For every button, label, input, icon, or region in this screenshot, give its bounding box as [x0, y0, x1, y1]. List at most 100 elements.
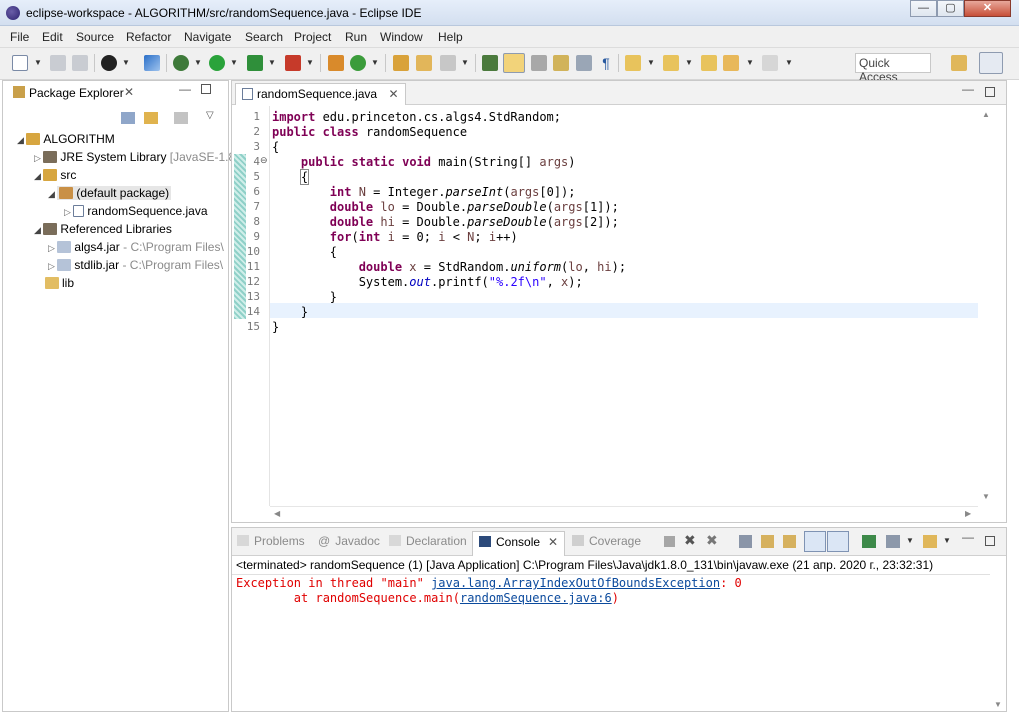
tree-item-stdlib[interactable]: ▷ stdlib.jar - C:\Program Files\	[48, 256, 223, 274]
tab-problems[interactable]: Problems	[237, 534, 305, 548]
menu-navigate[interactable]: Navigate	[184, 30, 231, 44]
minimize-console-icon[interactable]: —	[962, 530, 974, 544]
open-type-icon[interactable]	[393, 55, 409, 71]
close-console-tab-icon[interactable]: ✕	[548, 535, 558, 549]
skip-breakpoints-icon[interactable]	[144, 55, 160, 71]
pin-console-icon[interactable]	[862, 535, 876, 548]
terminate-icon[interactable]	[664, 536, 675, 547]
run-dropdown-icon[interactable]: ▼	[230, 58, 238, 67]
profile-dropdown-icon[interactable]: ▼	[122, 58, 130, 67]
tab-random-sequence[interactable]: randomSequence.java ✕	[235, 83, 406, 105]
forward-dropdown-icon[interactable]: ▼	[785, 58, 793, 67]
source-location-link[interactable]: randomSequence.java:6	[460, 591, 612, 605]
close-button[interactable]: ✕	[964, 0, 1011, 17]
show-whitespace-icon[interactable]	[576, 55, 592, 71]
debug-icon[interactable]	[173, 55, 189, 71]
tree-item-jre[interactable]: ▷ JRE System Library [JavaSE-1.8]	[34, 148, 239, 166]
expanded-arrow-icon[interactable]: ◢	[34, 171, 43, 181]
forward-icon[interactable]	[762, 55, 778, 71]
menu-source[interactable]: Source	[76, 30, 114, 44]
debug-dropdown-icon[interactable]: ▼	[194, 58, 202, 67]
menu-run[interactable]: Run	[345, 30, 367, 44]
coverage-dropdown-icon[interactable]: ▼	[268, 58, 276, 67]
scroll-lock-icon[interactable]	[761, 535, 774, 548]
last-edit-location-icon[interactable]	[701, 55, 717, 71]
scroll-right-icon[interactable]: ▶	[965, 509, 971, 518]
minimize-editor-icon[interactable]: —	[962, 82, 974, 96]
back-dropdown-icon[interactable]: ▼	[746, 58, 754, 67]
close-view-icon[interactable]: ✕	[124, 85, 134, 99]
tree-item-src[interactable]: ◢ src	[34, 166, 76, 184]
minimize-view-icon[interactable]: —	[179, 82, 191, 96]
console-scroll-down-icon[interactable]: ▼	[994, 700, 1002, 709]
new-class-icon[interactable]	[350, 55, 366, 71]
tree-item-default-package[interactable]: ◢ (default package)	[48, 184, 172, 202]
collapsed-arrow-icon[interactable]: ▷	[48, 243, 57, 253]
block-selection-icon[interactable]	[531, 55, 547, 71]
previous-annotation-icon[interactable]	[663, 55, 679, 71]
tree-item-random-sequence[interactable]: ▷ randomSequence.java	[64, 202, 208, 220]
expanded-arrow-icon[interactable]: ◢	[17, 135, 26, 145]
menu-edit[interactable]: Edit	[42, 30, 63, 44]
exception-class-link[interactable]: java.lang.ArrayIndexOutOfBoundsException	[431, 576, 720, 590]
expanded-arrow-icon[interactable]: ◢	[48, 189, 57, 199]
open-perspective-icon[interactable]	[951, 55, 967, 71]
maximize-editor-icon[interactable]	[985, 87, 995, 97]
tab-console[interactable]: Console ✕	[472, 531, 566, 556]
show-stderr-icon[interactable]	[827, 531, 849, 552]
toggle-breadcrumb-icon[interactable]	[482, 55, 498, 71]
pilcrow-icon[interactable]: ¶	[598, 55, 614, 71]
filters-icon[interactable]	[174, 112, 188, 124]
clear-console-icon[interactable]	[739, 535, 752, 548]
open-console-dropdown-icon[interactable]: ▼	[943, 536, 951, 545]
save-icon[interactable]	[50, 55, 66, 71]
tab-declaration[interactable]: Declaration	[389, 534, 467, 548]
console-vertical-scrollbar[interactable]: ▼	[990, 558, 1006, 710]
tree-item-referenced-libraries[interactable]: ◢ Referenced Libraries	[34, 220, 172, 238]
link-with-editor-icon[interactable]	[144, 112, 158, 124]
java-perspective-icon[interactable]	[979, 52, 1003, 74]
tab-javadoc[interactable]: @ Javadoc	[318, 534, 380, 548]
scroll-left-icon[interactable]: ◀	[274, 509, 280, 518]
new-dropdown-icon[interactable]: ▼	[34, 58, 42, 67]
mark-occurrences-icon[interactable]	[503, 53, 525, 73]
new-icon[interactable]	[12, 55, 28, 71]
display-console-dropdown-icon[interactable]: ▼	[906, 536, 914, 545]
open-console-icon[interactable]	[923, 535, 937, 548]
maximize-button[interactable]: ▢	[937, 0, 964, 17]
editor-vertical-scrollbar[interactable]: ▲ ▼	[978, 106, 995, 506]
collapsed-arrow-icon[interactable]: ▷	[64, 207, 73, 217]
next-annotation-icon[interactable]	[625, 55, 641, 71]
editor-horizontal-scrollbar[interactable]: ◀ ▶	[270, 506, 978, 522]
show-stdout-icon[interactable]	[804, 531, 826, 552]
menu-project[interactable]: Project	[294, 30, 331, 44]
close-tab-icon[interactable]: ✕	[388, 87, 398, 101]
save-all-icon[interactable]	[72, 55, 88, 71]
word-wrap-icon[interactable]	[553, 55, 569, 71]
remove-all-launches-icon[interactable]: ✖	[706, 532, 718, 549]
previous-annotation-dropdown-icon[interactable]: ▼	[685, 58, 693, 67]
tab-coverage[interactable]: Coverage	[572, 534, 641, 548]
collapsed-arrow-icon[interactable]: ▷	[48, 261, 57, 271]
menu-help[interactable]: Help	[438, 30, 463, 44]
maximize-view-icon[interactable]	[201, 84, 211, 94]
menu-search[interactable]: Search	[245, 30, 283, 44]
tree-item-lib[interactable]: lib	[45, 274, 74, 292]
new-java-project-icon[interactable]	[328, 55, 344, 71]
quick-access-input[interactable]: Quick Access	[855, 53, 931, 84]
package-explorer-title[interactable]: Package Explorer	[29, 86, 124, 100]
tree-item-algs4[interactable]: ▷ algs4.jar - C:\Program Files\	[48, 238, 224, 256]
new-class-dropdown-icon[interactable]: ▼	[371, 58, 379, 67]
tree-item-algorithm[interactable]: ◢ ALGORITHM	[17, 130, 115, 148]
external-tools-icon[interactable]	[285, 55, 301, 71]
fold-toggle-icon[interactable]: ⊖	[260, 155, 268, 166]
expanded-arrow-icon[interactable]: ◢	[34, 225, 43, 235]
search-icon[interactable]	[440, 55, 456, 71]
menu-window[interactable]: Window	[380, 30, 423, 44]
minimize-button[interactable]: —	[910, 0, 937, 17]
maximize-console-icon[interactable]	[985, 536, 995, 546]
coverage-icon[interactable]	[247, 55, 263, 71]
collapse-all-icon[interactable]	[121, 112, 135, 124]
word-wrap-console-icon[interactable]	[783, 535, 796, 548]
menu-file[interactable]: File	[10, 30, 29, 44]
